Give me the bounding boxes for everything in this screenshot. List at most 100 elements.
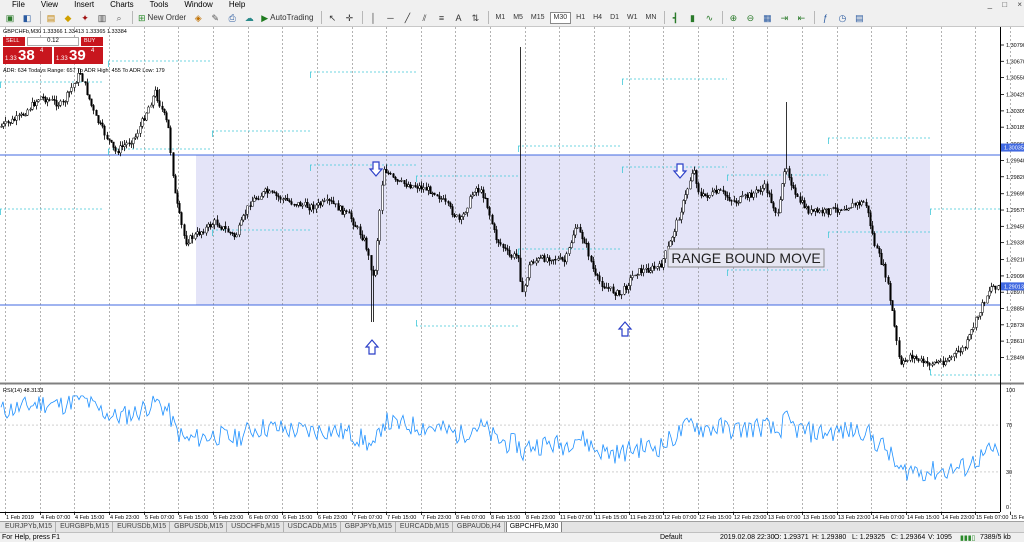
chart-window[interactable]: RANGE BOUND MOVE 1.30790 1.30670 1.30550 1.… xyxy=(0,27,1024,521)
candle-body xyxy=(257,198,260,200)
price-highlight-label: 1.30035 xyxy=(1004,146,1024,152)
timeframe-m15[interactable]: M15 xyxy=(528,12,548,24)
timeframe-m30[interactable]: M30 xyxy=(549,11,572,24)
chart-tab[interactable]: GBPJPYb,M15 xyxy=(342,522,396,532)
candle-body xyxy=(334,203,337,205)
buy-button[interactable]: BUY xyxy=(81,37,103,46)
range-rectangle[interactable] xyxy=(196,155,930,305)
data-window-icon[interactable]: ◆ xyxy=(61,11,75,25)
timeframe-h1[interactable]: H1 xyxy=(573,12,588,24)
buy-price-button[interactable]: 1.33 39 4 xyxy=(54,47,103,64)
templates-icon[interactable]: ▤ xyxy=(852,11,866,25)
market-watch-icon[interactable]: ▤ xyxy=(44,11,58,25)
line-chart-icon[interactable]: ∿ xyxy=(702,11,716,25)
zoom-out-icon[interactable]: ⊖ xyxy=(743,11,757,25)
status-profile[interactable]: Default xyxy=(660,534,682,541)
candle-body xyxy=(271,190,274,193)
sell-button[interactable]: SELL xyxy=(3,37,25,46)
candle-body xyxy=(460,216,463,220)
timeframe-d1[interactable]: D1 xyxy=(607,12,622,24)
terminal-icon[interactable]: ▥ xyxy=(95,11,109,25)
cloud-icon[interactable]: ☁ xyxy=(242,11,256,25)
chart-tab[interactable]: EURGBPb,M15 xyxy=(57,522,114,532)
menu-view[interactable]: View xyxy=(41,0,58,9)
candle-body xyxy=(623,286,626,295)
candle-body xyxy=(506,248,509,251)
candle-body xyxy=(513,253,516,258)
cursor-icon[interactable]: ↖ xyxy=(325,11,339,25)
chart-tab[interactable]: GBPAUDb,H4 xyxy=(454,522,505,532)
new-chart-icon[interactable]: ▣ xyxy=(3,11,17,25)
bar-chart-icon[interactable]: ┫ xyxy=(668,11,682,25)
candle-body xyxy=(68,91,71,93)
candle-body xyxy=(704,193,707,196)
channel-icon[interactable]: ⫽ xyxy=(417,11,431,25)
close-button[interactable]: × xyxy=(1017,0,1022,9)
candle-body xyxy=(356,226,359,228)
zoom-in-icon[interactable]: ⊕ xyxy=(726,11,740,25)
candle-body xyxy=(330,200,333,202)
menu-insert[interactable]: Insert xyxy=(74,0,94,9)
candle-body xyxy=(759,190,762,192)
vertical-line-icon[interactable]: │ xyxy=(366,11,380,25)
timeframe-h4[interactable]: H4 xyxy=(590,12,605,24)
chart-tab[interactable]: USDCADb,M15 xyxy=(285,522,341,532)
minimize-button[interactable]: _ xyxy=(988,0,992,9)
candle-body xyxy=(495,229,498,241)
new-order-button[interactable]: ⊞ New Order xyxy=(136,11,188,25)
trendline-icon[interactable]: ╱ xyxy=(400,11,414,25)
options-icon[interactable]: ✎ xyxy=(208,11,222,25)
sell-price-button[interactable]: 1.33 38 4 xyxy=(3,47,52,64)
candle-body xyxy=(898,340,901,358)
candlestick-icon[interactable]: ▮ xyxy=(685,11,699,25)
strategy-tester-icon[interactable]: ⌕ xyxy=(112,11,126,25)
restore-button[interactable]: □ xyxy=(1002,0,1007,9)
candle-body xyxy=(471,194,474,197)
periods-icon[interactable]: ◷ xyxy=(835,11,849,25)
autotrading-button[interactable]: ▶ AutoTrading xyxy=(259,11,315,25)
tile-windows-icon[interactable]: ▦ xyxy=(760,11,774,25)
candle-body xyxy=(306,202,309,208)
timeframe-w1[interactable]: W1 xyxy=(624,12,641,24)
candle-body xyxy=(59,100,62,106)
horizontal-line-icon[interactable]: ─ xyxy=(383,11,397,25)
menu-window[interactable]: Window xyxy=(184,0,212,9)
shapes-icon[interactable]: ⇅ xyxy=(468,11,482,25)
lot-size-input[interactable]: 0.12 xyxy=(27,37,79,46)
timeframe-m1[interactable]: M1 xyxy=(492,12,508,24)
print-icon[interactable]: ⎙ xyxy=(225,11,239,25)
profiles-icon[interactable]: ◧ xyxy=(20,11,34,25)
candle-body xyxy=(658,263,661,267)
chart-shift-icon[interactable]: ⇤ xyxy=(794,11,808,25)
candle-body xyxy=(57,105,60,107)
menu-charts[interactable]: Charts xyxy=(110,0,134,9)
candle-body xyxy=(9,122,12,124)
auto-scroll-icon[interactable]: ⇥ xyxy=(777,11,791,25)
chart-tab[interactable]: EURJPYb,M15 xyxy=(2,522,57,532)
menu-tools[interactable]: Tools xyxy=(150,0,169,9)
chart-tab[interactable]: GBPUSDb,M15 xyxy=(171,522,228,532)
candle-body xyxy=(981,302,984,313)
menu-file[interactable]: File xyxy=(12,0,25,9)
timeframe-mn[interactable]: MN xyxy=(643,12,660,24)
timeframe-m5[interactable]: M5 xyxy=(510,12,526,24)
status-bar: For Help, press F1 Default 2019.02.08 22… xyxy=(0,532,1024,542)
text-icon[interactable]: A xyxy=(451,11,465,25)
price-chart[interactable]: RANGE BOUND MOVE 1.307901.306701.305501.… xyxy=(0,27,1024,521)
candle-body xyxy=(728,197,731,201)
navigator-icon[interactable]: ✦ xyxy=(78,11,92,25)
candle-body xyxy=(640,268,643,273)
crosshair-icon[interactable]: ✛ xyxy=(342,11,356,25)
candle-body xyxy=(559,257,562,259)
fibonacci-icon[interactable]: ≡ xyxy=(434,11,448,25)
metaeditor-icon[interactable]: ◈ xyxy=(191,11,205,25)
candle-body xyxy=(574,227,577,236)
indicators-icon[interactable]: ƒ xyxy=(818,11,832,25)
candle-body xyxy=(154,89,157,97)
candle-body xyxy=(631,275,634,278)
menu-help[interactable]: Help xyxy=(229,0,245,9)
chart-tab[interactable]: EURUSDb,M15 xyxy=(114,522,171,532)
candle-body xyxy=(7,121,10,123)
chart-tab[interactable]: USDCHFb,M15 xyxy=(228,522,284,532)
chart-tab[interactable]: EURCADb,M15 xyxy=(397,522,453,532)
